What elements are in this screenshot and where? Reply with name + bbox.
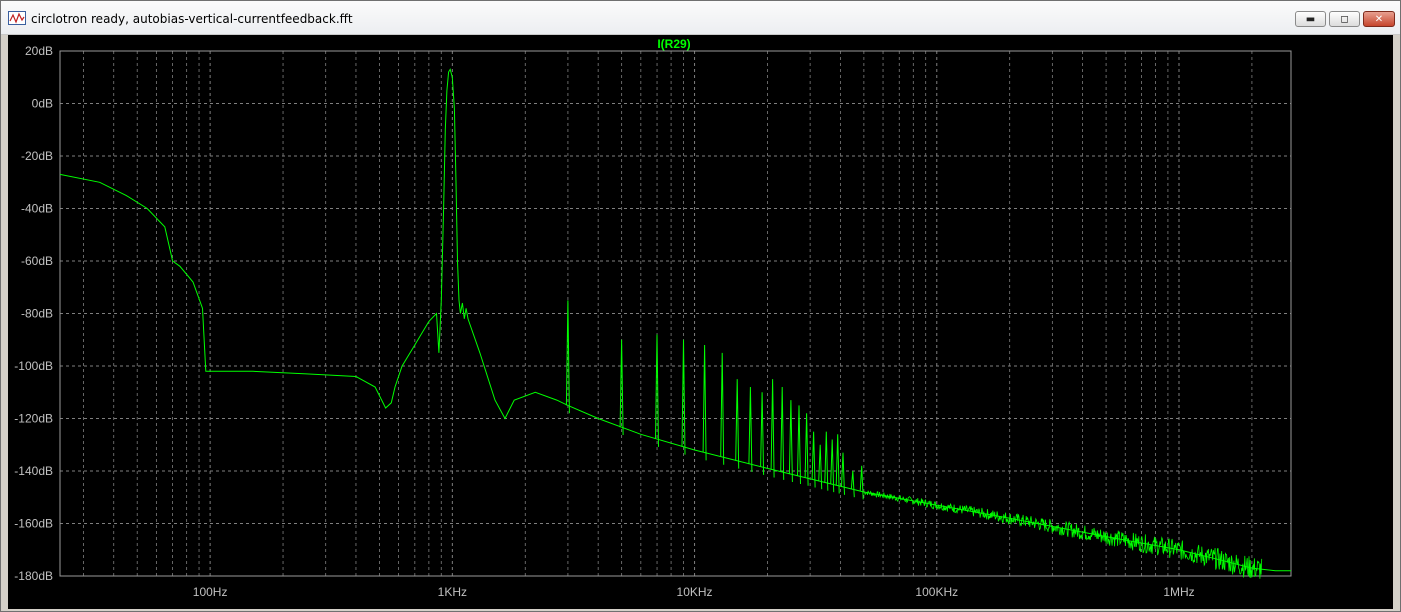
waveform-app-icon [8, 11, 26, 25]
harmonic-spike [841, 452, 845, 495]
harmonic-spike [811, 431, 816, 488]
harmonic-spike [565, 300, 570, 414]
grid [60, 50, 1291, 577]
x-tick-label: 100Hz [193, 585, 228, 599]
harmonic-spike [835, 434, 840, 494]
harmonic-spike [702, 344, 707, 461]
y-axis-labels: 20dB 0dB -20dB -40dB -60dB -80dB -100dB -120dB -… [14, 44, 53, 583]
harmonic-spike [788, 400, 793, 483]
y-tick-label: 20dB [25, 44, 53, 58]
y-tick-label: -120dB [14, 412, 53, 426]
plot-canvas[interactable]: 20dB 0dB -20dB -40dB -60dB -80dB -100dB -120dB -… [8, 35, 1393, 609]
title-bar[interactable]: circlotron ready, autobias-vertical-curr… [1, 1, 1400, 35]
y-tick-label: -80dB [21, 307, 53, 321]
y-tick-label: -60dB [21, 254, 53, 268]
harmonic-spike [850, 470, 855, 498]
harmonic-spike [735, 379, 740, 469]
harmonic-spike [824, 431, 829, 491]
y-tick-label: -100dB [14, 359, 53, 373]
y-tick-label: -140dB [14, 464, 53, 478]
x-tick-label: 1KHz [438, 585, 467, 599]
harmonic-spike [818, 444, 823, 490]
x-tick-label: 10KHz [677, 585, 713, 599]
harmonic-spike [804, 413, 809, 486]
harmonic-spike [797, 405, 801, 485]
minimize-button[interactable]: ▬ [1295, 11, 1326, 27]
x-axis-labels: 100Hz 1KHz 10KHz 100KHz 1MHz [193, 585, 1195, 599]
y-tick-label: 0dB [32, 97, 53, 111]
window-title: circlotron ready, autobias-vertical-curr… [31, 12, 353, 26]
noise-floor-band [863, 490, 1263, 579]
harmonic-spike [770, 379, 775, 478]
fft-plot[interactable]: 20dB 0dB -20dB -40dB -60dB -80dB -100dB -120dB -… [8, 35, 1393, 609]
app-window: circlotron ready, autobias-vertical-curr… [0, 0, 1401, 612]
maximize-button[interactable]: ◻ [1329, 11, 1360, 27]
x-tick-label: 100KHz [915, 585, 958, 599]
y-tick-label: -20dB [21, 149, 53, 163]
x-tick-label: 1MHz [1163, 585, 1194, 599]
harmonic-spike [748, 386, 753, 472]
y-tick-label: -40dB [21, 202, 53, 216]
close-button[interactable]: ✕ [1363, 11, 1395, 27]
harmonic-spike [760, 392, 765, 475]
trace-title[interactable]: I(R29) [657, 37, 690, 51]
harmonic-spike [720, 352, 725, 465]
y-tick-label: -160dB [14, 517, 53, 531]
harmonic-spike [780, 386, 785, 480]
y-tick-label: -180dB [14, 569, 53, 583]
